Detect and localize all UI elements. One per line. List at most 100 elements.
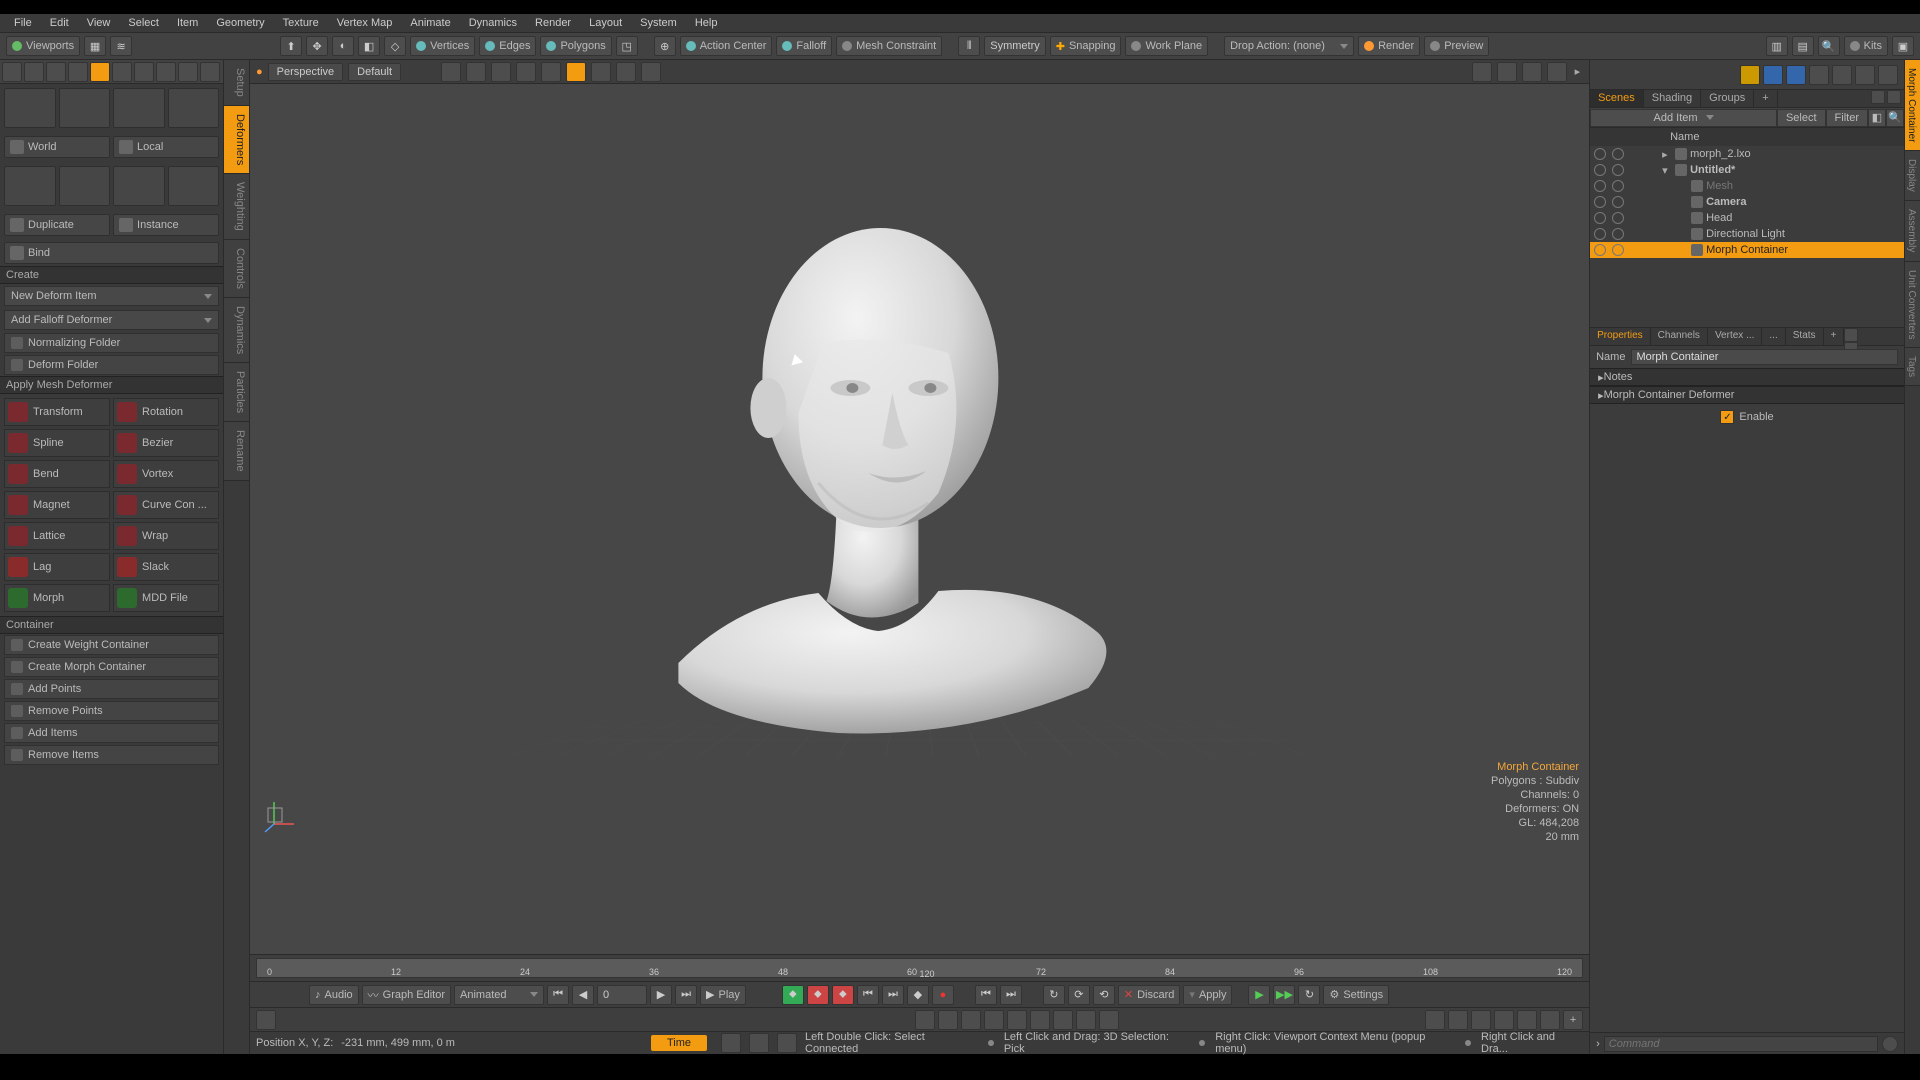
transform-deformer[interactable]: Transform (4, 398, 110, 426)
tool-ic-9[interactable] (178, 62, 198, 82)
expand-icon[interactable] (1871, 90, 1885, 104)
axis-cube-icon[interactable] (168, 88, 220, 128)
add-items[interactable]: Add Items (4, 723, 219, 743)
tab-groups[interactable]: Groups (1701, 90, 1754, 107)
snap-ic-2[interactable] (938, 1010, 958, 1030)
snap-ic-3[interactable] (961, 1010, 981, 1030)
filter-toggle[interactable]: ◧ (1868, 109, 1886, 127)
vtab-display[interactable]: Display (1905, 151, 1920, 201)
add-points[interactable]: Add Points (4, 679, 219, 699)
play-button[interactable]: ▶ Play (700, 985, 746, 1005)
render-vis-icon[interactable] (1612, 148, 1624, 160)
snap-r-5[interactable] (1517, 1010, 1537, 1030)
snap-r-4[interactable] (1494, 1010, 1514, 1030)
tab-add2[interactable]: + (1824, 328, 1845, 345)
command-input[interactable] (1604, 1036, 1878, 1052)
menu-edit[interactable]: Edit (42, 15, 77, 31)
mesh-constraint[interactable]: Mesh Constraint (836, 36, 942, 56)
bend-deformer[interactable]: Bend (4, 460, 110, 488)
tool-ic-8[interactable] (156, 62, 176, 82)
gizmo-icon-2[interactable] (59, 166, 111, 206)
morph-deformer[interactable]: Morph (4, 584, 110, 612)
key-icon-2[interactable]: ⬥ (807, 985, 829, 1005)
tool-ic-6[interactable] (112, 62, 132, 82)
axis-xyz-icon[interactable] (4, 88, 56, 128)
vtab-particles[interactable]: Particles (224, 363, 249, 422)
tab-scenes[interactable]: Scenes (1590, 90, 1644, 107)
local-button[interactable]: Local (113, 136, 219, 158)
action-center[interactable]: Action Center (680, 36, 773, 56)
render-button[interactable]: Render (1358, 36, 1420, 56)
visibility-icon[interactable] (1594, 164, 1606, 176)
instance-button[interactable]: Instance (113, 214, 219, 236)
menu-dynamics[interactable]: Dynamics (461, 15, 525, 31)
tab-shading[interactable]: Shading (1644, 90, 1701, 107)
falloff[interactable]: Falloff (776, 36, 832, 56)
new-deform-dropdown[interactable]: New Deform Item (4, 286, 219, 306)
rz-icon-6[interactable] (1855, 65, 1875, 85)
normalizing-folder[interactable]: Normalizing Folder (4, 333, 219, 353)
tool-ic-1[interactable] (2, 62, 22, 82)
tree-item-mesh[interactable]: Mesh (1590, 178, 1904, 194)
menu-select[interactable]: Select (120, 15, 167, 31)
rz-icon-5[interactable] (1832, 65, 1852, 85)
axis-local-icon[interactable] (59, 88, 111, 128)
tab-add[interactable]: + (1754, 90, 1777, 107)
vp-opt-8[interactable] (616, 62, 636, 82)
gizmo-icon-1[interactable] (4, 166, 56, 206)
menu-layout[interactable]: Layout (581, 15, 630, 31)
work-plane[interactable]: Work Plane (1125, 36, 1208, 56)
filter-search-icon[interactable]: 🔍 (1886, 109, 1904, 127)
vp-opt-3[interactable] (491, 62, 511, 82)
vp-gear-icon[interactable] (1547, 62, 1567, 82)
tool-ic-10[interactable] (200, 62, 220, 82)
vtab-rename[interactable]: Rename (224, 422, 249, 481)
center-icon[interactable]: ⊕ (654, 36, 676, 56)
snap-r-6[interactable] (1540, 1010, 1560, 1030)
rz-icon-7[interactable] (1878, 65, 1898, 85)
tab-stats[interactable]: Stats (1786, 328, 1824, 345)
tool-ic-7[interactable] (134, 62, 154, 82)
pointer-tool-icon[interactable]: ⬆ (280, 36, 302, 56)
select-edges[interactable]: Edges (479, 36, 536, 56)
vtab-deformers[interactable]: Deformers (224, 106, 249, 174)
vtab-weighting[interactable]: Weighting (224, 174, 249, 240)
search-icon[interactable]: 🔍 (1818, 36, 1840, 56)
vtab-dynamics[interactable]: Dynamics (224, 298, 249, 363)
curvecon-deformer[interactable]: Curve Con ... (113, 491, 219, 519)
remove-points[interactable]: Remove Points (4, 701, 219, 721)
vtab-morph-container[interactable]: Morph Container (1905, 60, 1920, 151)
vp-opt-4[interactable] (516, 62, 536, 82)
rz-icon-4[interactable] (1809, 65, 1829, 85)
snap-ic-1[interactable] (915, 1010, 935, 1030)
create-weight-container[interactable]: Create Weight Container (4, 635, 219, 655)
item-mode-icon[interactable]: ◳ (616, 36, 638, 56)
menu-texture[interactable]: Texture (275, 15, 327, 31)
settings-button[interactable]: ⚙Settings (1323, 985, 1389, 1005)
tab-vertex[interactable]: Vertex ... (1708, 328, 1762, 345)
vp-opt-5[interactable] (541, 62, 561, 82)
apply-button[interactable]: ▾ Apply (1183, 985, 1232, 1005)
tool-ic-2[interactable] (24, 62, 44, 82)
wrap-deformer[interactable]: Wrap (113, 522, 219, 550)
create-morph-container[interactable]: Create Morph Container (4, 657, 219, 677)
snap-ic-9[interactable] (1099, 1010, 1119, 1030)
snap-ic-4[interactable] (984, 1010, 1004, 1030)
gizmo-icon-4[interactable] (168, 166, 220, 206)
tool-ic-4[interactable] (68, 62, 88, 82)
cycle-icon[interactable]: ⟳ (1068, 985, 1090, 1005)
scale-tool-icon[interactable]: ◧ (358, 36, 380, 56)
snap-ic-6[interactable] (1030, 1010, 1050, 1030)
add-falloff-dropdown[interactable]: Add Falloff Deformer (4, 310, 219, 330)
status-ic-3[interactable] (777, 1033, 797, 1053)
duplicate-button[interactable]: Duplicate (4, 214, 110, 236)
vp-move-icon[interactable] (1472, 62, 1492, 82)
tool-ic-3[interactable] (46, 62, 66, 82)
visibility-icon[interactable] (1594, 148, 1606, 160)
snap-r-3[interactable] (1471, 1010, 1491, 1030)
scene-tree[interactable]: Name ▸morph_2.lxo▾Untitled*MeshCameraHea… (1590, 128, 1904, 328)
tree-item-morph-2-lxo[interactable]: ▸morph_2.lxo (1590, 146, 1904, 162)
gizmo-icon-3[interactable] (113, 166, 165, 206)
loop-icon[interactable]: ↻ (1043, 985, 1065, 1005)
vp-opt-9[interactable] (641, 62, 661, 82)
